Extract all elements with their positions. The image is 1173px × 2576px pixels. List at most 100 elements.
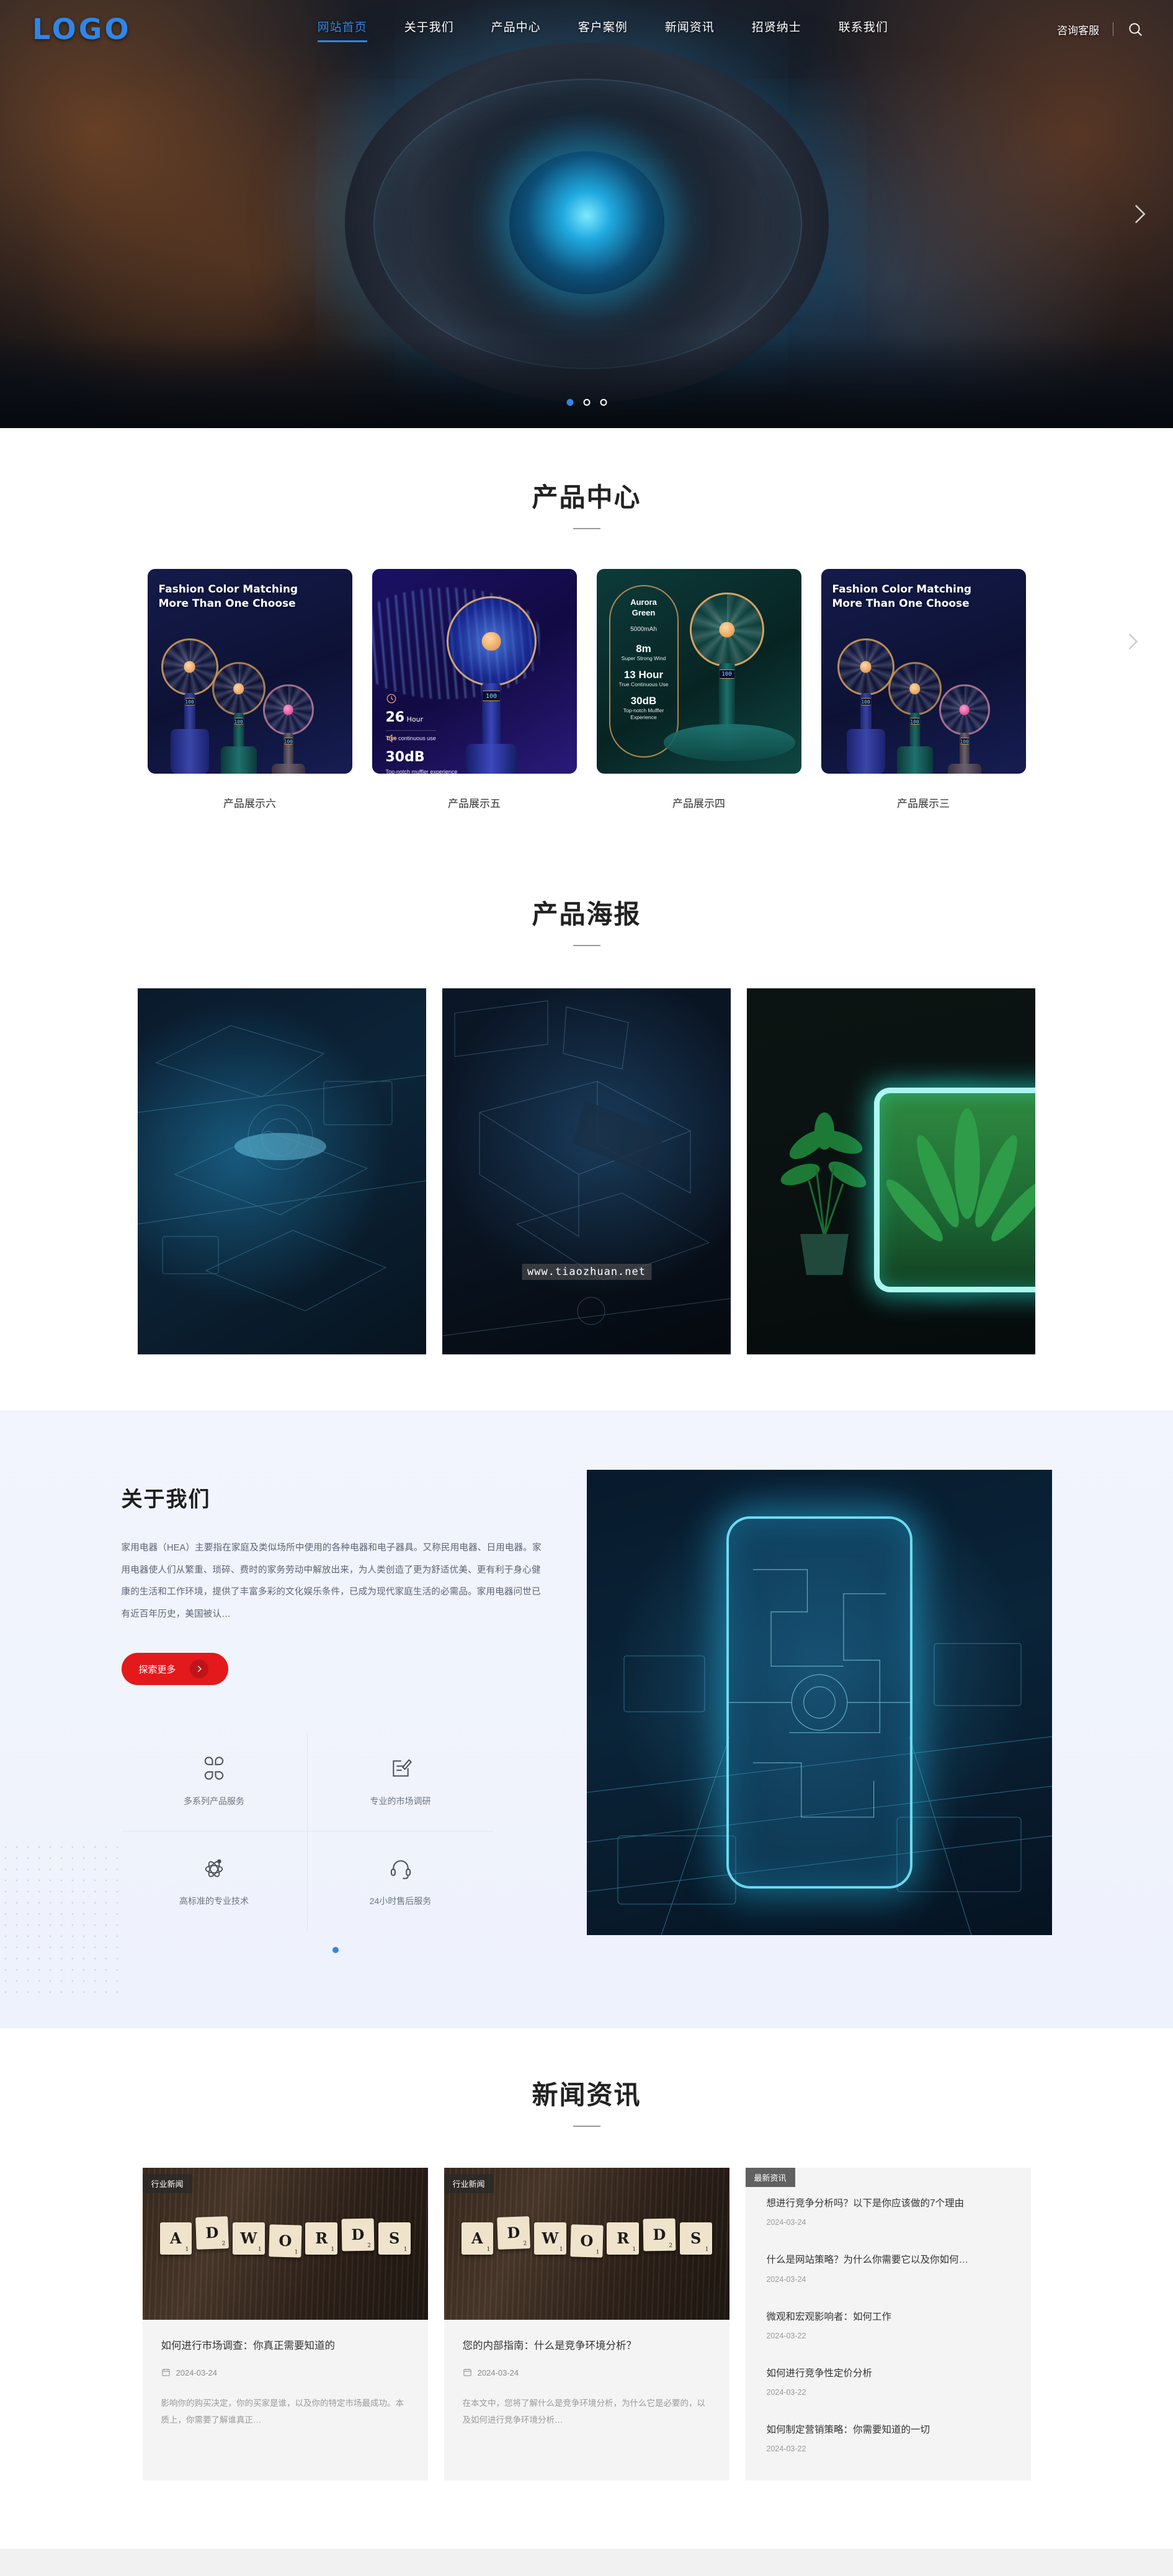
news-list-date: 2024-03-22 <box>766 2388 806 2397</box>
about-dot-1[interactable] <box>332 1947 339 1954</box>
headset-icon <box>388 1856 413 1884</box>
about-image-panel <box>586 1470 1052 1935</box>
foliage-graphic <box>886 1108 1035 1241</box>
hero-dot-1[interactable] <box>566 399 573 406</box>
product-card[interactable]: Fashion Color Matching More Than One Choo… <box>821 569 1026 810</box>
calendar-icon <box>161 2368 171 2379</box>
product-image: Fashion Color Matching More Than One Choo… <box>147 569 352 774</box>
calendar-icon <box>463 2368 472 2379</box>
products-next-arrow-icon[interactable] <box>1121 630 1143 653</box>
news-date-text: 2024-03-24 <box>477 2368 519 2378</box>
product-card[interactable]: Fashion Color Matching More Than One Choo… <box>147 569 352 810</box>
explore-more-button[interactable]: 探索更多 <box>121 1653 228 1686</box>
nav-item-products[interactable]: 产品中心 <box>491 18 541 41</box>
product-caption: 产品展示三 <box>897 798 950 810</box>
list-item[interactable]: 如何进行竞争性定价分析 2024-03-22 <box>746 2353 1031 2409</box>
hero-next-arrow-icon[interactable] <box>1126 201 1152 227</box>
feature-item[interactable]: 24小时售后服务 <box>308 1831 494 1931</box>
about-section: 关于我们 家用电器（HEA）主要指在家庭及类似场所中使用的各种电器和电子器具。又… <box>0 1410 1173 2028</box>
poster-watermark: www.tiaozhuan.net <box>522 1264 651 1280</box>
atom-icon <box>202 1856 226 1884</box>
product-image: 100 26 Hour True continuous use 30dB Top… <box>372 569 577 774</box>
nav-item-cases[interactable]: 客户案例 <box>578 18 628 41</box>
customer-service-link[interactable]: 咨询客服 <box>1057 22 1099 37</box>
chevron-right-icon <box>189 1660 208 1679</box>
news-tag-badge: 行业新闻 <box>444 2174 494 2194</box>
main-nav: 网站首页 关于我们 产品中心 客户案例 新闻资讯 招贤纳士 联系我们 <box>317 18 888 42</box>
tile: S1 <box>378 2222 411 2255</box>
poster-item[interactable] <box>747 988 1035 1354</box>
search-icon[interactable] <box>1127 21 1143 37</box>
page-root: LOGO 网站首页 关于我们 产品中心 客户案例 新闻资讯 招贤纳士 联系我们 … <box>0 0 1173 2576</box>
feature-label: 多系列产品服务 <box>184 1796 244 1807</box>
feature-item[interactable]: 专业的市场调研 <box>307 1732 494 1832</box>
footer-band <box>0 2549 1173 2576</box>
news-list-date: 2024-03-24 <box>766 2218 806 2227</box>
about-image <box>586 1470 1052 1935</box>
hero-floor-gradient <box>0 335 1173 428</box>
news-list-title: 如何制定营销策略：你需要知道的一切 <box>766 2425 930 2436</box>
hero-banner: LOGO 网站首页 关于我们 产品中心 客户案例 新闻资讯 招贤纳士 联系我们 … <box>0 0 1173 428</box>
news-thumbnail: 行业新闻 A1 D2 W1 O1 R1 D2 S1 <box>142 2168 428 2320</box>
decorative-dot-pattern <box>0 1841 124 2003</box>
product-image: Aurora Green 5000mAh 8m Super Strong Wind… <box>596 569 801 774</box>
poster-item[interactable]: www.tiaozhuan.net <box>442 988 731 1354</box>
news-date: 2024-03-24 <box>161 2368 409 2379</box>
tile: O1 <box>569 2224 604 2258</box>
poster-wireframe-graphic <box>442 1000 731 1336</box>
about-paragraph: 家用电器（HEA）主要指在家庭及类似场所中使用的各种电器和电子器具。又称民用电器… <box>121 1543 542 1619</box>
heading-rule <box>573 528 600 529</box>
news-card[interactable]: 行业新闻 A1 D2 W1 O1 R1 D2 S1 您的内部指南：什么是竞争环境… <box>444 2168 729 2481</box>
poster-wireframe-graphic <box>138 1025 426 1312</box>
news-list-title: 如何进行竞争性定价分析 <box>766 2368 873 2379</box>
product-card[interactable]: 100 26 Hour True continuous use 30dB Top… <box>372 569 577 810</box>
hero-dot-2[interactable] <box>583 399 590 406</box>
news-card[interactable]: 行业新闻 A1 D2 W1 O1 R1 D2 S1 如何进行市场调查：你真正需要… <box>142 2168 428 2481</box>
tile: D2 <box>341 2218 375 2252</box>
latest-news-badge: 最新资讯 <box>745 2168 795 2188</box>
poster-item[interactable] <box>138 988 426 1354</box>
about-feature-grid: 多系列产品服务 专业的市场调研 高标准的专业技术 24小时售后服务 <box>121 1732 494 1931</box>
tile: O1 <box>268 2224 302 2258</box>
news-title: 您的内部指南：什么是竞争环境分析？ <box>462 2340 637 2352</box>
neon-display-panel <box>874 1088 1035 1292</box>
product-caption: 产品展示五 <box>448 798 501 810</box>
topbar-actions: 咨询客服 <box>1057 21 1143 37</box>
plant-graphic <box>780 1112 867 1275</box>
product-poster-title: Fashion Color Matching More Than One Choo… <box>832 583 972 610</box>
product-caption: 产品展示四 <box>672 798 725 810</box>
tile: D2 <box>497 2216 530 2250</box>
heading-rule <box>573 945 600 946</box>
product-caption: 产品展示六 <box>223 798 276 810</box>
news-list-date: 2024-03-24 <box>766 2274 806 2284</box>
hero-dot-3[interactable] <box>600 399 607 406</box>
nav-item-contact[interactable]: 联系我们 <box>839 18 888 41</box>
nav-item-home[interactable]: 网站首页 <box>317 18 367 42</box>
feature-item[interactable]: 多系列产品服务 <box>121 1732 308 1832</box>
feature-item[interactable]: 高标准的专业技术 <box>122 1831 308 1931</box>
feature-label: 24小时售后服务 <box>369 1895 432 1906</box>
product-poster-title: Fashion Color Matching More Than One Choo… <box>158 583 298 610</box>
product-card[interactable]: Aurora Green 5000mAh 8m Super Strong Wind… <box>596 569 801 810</box>
news-thumbnail: 行业新闻 A1 D2 W1 O1 R1 D2 S1 <box>444 2168 729 2320</box>
nav-item-about[interactable]: 关于我们 <box>404 18 454 41</box>
nav-item-careers[interactable]: 招贤纳士 <box>752 18 801 41</box>
feature-label: 专业的市场调研 <box>370 1796 431 1807</box>
news-excerpt: 影响你的购买决定，你的买家是谁，以及你的特定市场最成功。本质上，你需要了解谁真正… <box>161 2398 404 2425</box>
list-item[interactable]: 如何制定营销策略：你需要知道的一切 2024-03-22 <box>746 2409 1031 2466</box>
list-item[interactable]: 什么是网站策略？为什么你需要它以及你如何… 2024-03-24 <box>746 2239 1031 2296</box>
page-title-about: 关于我们 <box>121 1488 211 1511</box>
hologram-phone <box>726 1516 912 1889</box>
feature-label: 高标准的专业技术 <box>179 1895 249 1906</box>
list-item[interactable]: 微观和宏观影响者：如何工作 2024-03-22 <box>746 2296 1031 2353</box>
product-center-heading: 产品中心 <box>0 476 1173 529</box>
nav-item-news[interactable]: 新闻资讯 <box>665 18 715 41</box>
product-center-section: 产品中心 Fashion Color Matching More Than One… <box>0 428 1173 847</box>
site-logo[interactable]: LOGO <box>32 12 132 46</box>
news-list-title: 想进行竞争分析吗？以下是你应该做的7个理由 <box>766 2198 965 2209</box>
news-tag-badge: 行业新闻 <box>142 2174 192 2194</box>
news-list-date: 2024-03-22 <box>766 2331 806 2340</box>
news-list-date: 2024-03-22 <box>766 2444 806 2454</box>
news-date: 2024-03-24 <box>463 2368 711 2379</box>
top-navigation-bar: LOGO 网站首页 关于我们 产品中心 客户案例 新闻资讯 招贤纳士 联系我们 … <box>0 0 1173 58</box>
